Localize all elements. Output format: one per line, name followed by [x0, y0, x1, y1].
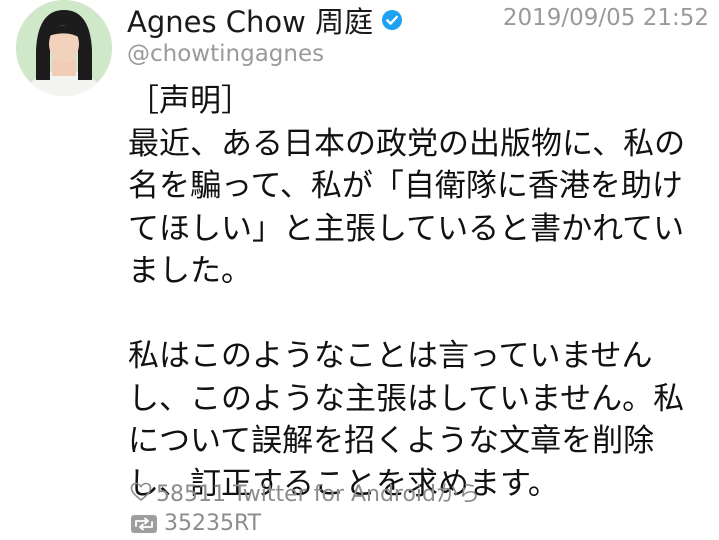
- likes-source-line: 58511 Twitter for Androidから: [130, 476, 480, 508]
- tweet-text: ［声明］ 最近、ある日本の政党の出版物に、私の名を騙って、私が「自衛隊に香港を助…: [128, 83, 686, 502]
- likes-and-source: 58511 Twitter for Androidから: [156, 482, 481, 507]
- display-name[interactable]: Agnes Chow 周庭: [127, 0, 373, 41]
- retweet-line: 35235RT: [130, 511, 261, 536]
- heart-icon[interactable]: [130, 482, 152, 502]
- avatar[interactable]: [16, 0, 112, 96]
- retweet-count: 35235RT: [164, 511, 262, 536]
- retweet-icon[interactable]: [130, 514, 158, 534]
- tweet-timestamp: 2019/09/05 21:52: [502, 5, 709, 31]
- verified-badge-icon: [381, 9, 403, 31]
- user-handle[interactable]: @chowtingagnes: [127, 41, 324, 67]
- author-row: Agnes Chow 周庭: [127, 0, 403, 40]
